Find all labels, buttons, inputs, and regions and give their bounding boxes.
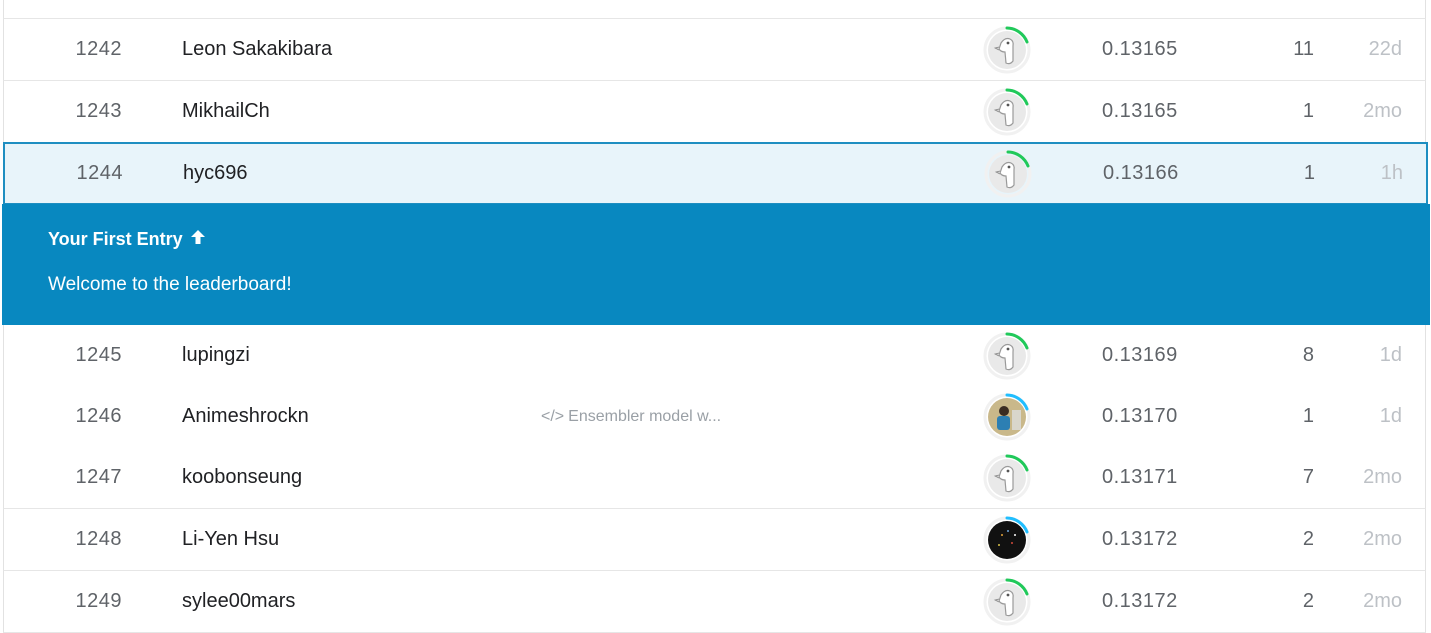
table-row[interactable]: 1249 sylee00mars 0.13172 2 2mo — [3, 571, 1426, 633]
last-submission-cell: 1h — [1380, 162, 1403, 184]
rank-cell: 1242 — [75, 38, 122, 60]
last-submission-cell: 2mo — [1363, 590, 1402, 612]
last-submission-cell: 2mo — [1363, 528, 1402, 550]
entries-cell: 1 — [1302, 405, 1314, 427]
dark-photo-avatar — [982, 515, 1032, 565]
team-name-link[interactable]: MikhailCh — [182, 81, 270, 142]
rank-cell: 1246 — [75, 405, 122, 427]
table-row[interactable]: 1247 koobonseung 0.13171 7 2mo — [3, 447, 1426, 509]
default-goose-icon — [982, 453, 1032, 503]
table-row-selected[interactable]: 1244 hyc696 0.13166 1 1h — [3, 142, 1428, 205]
score-cell: 0.13165 — [1102, 100, 1178, 122]
last-submission-cell: 22d — [1368, 38, 1402, 60]
avatar[interactable] — [980, 447, 1034, 508]
rank-cell: 1248 — [75, 528, 122, 550]
score-cell: 0.13172 — [1102, 528, 1178, 550]
score-cell: 0.13172 — [1102, 590, 1178, 612]
rank-cell: 1244 — [76, 162, 123, 184]
banner-title: Your First Entry — [48, 228, 207, 251]
avatar[interactable] — [980, 19, 1034, 80]
banner-subtitle: Welcome to the leaderboard! — [48, 274, 292, 295]
last-submission-cell: 2mo — [1363, 466, 1402, 488]
last-submission-cell: 1d — [1379, 405, 1402, 427]
entries-cell: 8 — [1302, 344, 1314, 366]
team-name-link[interactable]: hyc696 — [183, 144, 248, 203]
last-submission-cell: 2mo — [1363, 100, 1402, 122]
rank-cell: 1243 — [75, 100, 122, 122]
table-row[interactable]: 1248 Li-Yen Hsu 0.13172 2 2mo — [3, 509, 1426, 571]
rank-cell: 1247 — [75, 466, 122, 488]
table-row-partial — [3, 0, 1426, 19]
avatar[interactable] — [981, 144, 1035, 203]
entries-cell: 1 — [1303, 162, 1315, 184]
table-row[interactable]: 1243 MikhailCh 0.13165 1 2mo — [3, 81, 1426, 143]
photo-avatar — [982, 392, 1032, 442]
team-name-link[interactable]: koobonseung — [182, 447, 302, 508]
default-goose-icon — [982, 577, 1032, 627]
table-row[interactable]: 1245 lupingzi 0.13169 8 1d — [3, 325, 1426, 387]
default-goose-icon — [982, 331, 1032, 381]
entries-cell: 1 — [1302, 100, 1314, 122]
score-cell: 0.13165 — [1102, 38, 1178, 60]
table-row[interactable]: 1242 Leon Sakakibara 0.13165 11 22d — [3, 19, 1426, 81]
notebook-link[interactable]: </> Ensembler model w... — [541, 386, 721, 447]
banner-title-text: Your First Entry — [48, 229, 183, 249]
entries-cell: 2 — [1302, 528, 1314, 550]
team-name-link[interactable]: Leon Sakakibara — [182, 19, 332, 80]
team-name-link[interactable]: Li-Yen Hsu — [182, 509, 279, 570]
avatar[interactable] — [980, 509, 1034, 570]
rank-cell: 1249 — [75, 590, 122, 612]
first-entry-banner — [2, 204, 1430, 325]
notebook-title: Ensembler model w... — [568, 407, 722, 425]
arrow-up-icon — [189, 228, 207, 251]
score-cell: 0.13171 — [1102, 466, 1178, 488]
entries-cell: 2 — [1302, 590, 1314, 612]
team-name-link[interactable]: lupingzi — [182, 325, 250, 386]
score-cell: 0.13170 — [1102, 405, 1178, 427]
avatar[interactable] — [980, 571, 1034, 632]
entries-cell: 11 — [1293, 38, 1314, 60]
code-icon: </> — [541, 407, 565, 425]
last-submission-cell: 1d — [1379, 344, 1402, 366]
rank-cell: 1245 — [75, 344, 122, 366]
avatar[interactable] — [980, 81, 1034, 142]
default-goose-icon — [982, 87, 1032, 137]
entries-cell: 7 — [1302, 466, 1314, 488]
avatar[interactable] — [980, 325, 1034, 386]
table-row[interactable]: 1246 Animeshrockn </> Ensembler model w... 0… — [3, 386, 1426, 448]
default-goose-icon — [983, 149, 1033, 199]
score-cell: 0.13166 — [1103, 162, 1179, 184]
avatar[interactable] — [980, 386, 1034, 447]
team-name-link[interactable]: Animeshrockn — [182, 386, 309, 447]
score-cell: 0.13169 — [1102, 344, 1178, 366]
team-name-link[interactable]: sylee00mars — [182, 571, 295, 632]
default-goose-icon — [982, 25, 1032, 75]
